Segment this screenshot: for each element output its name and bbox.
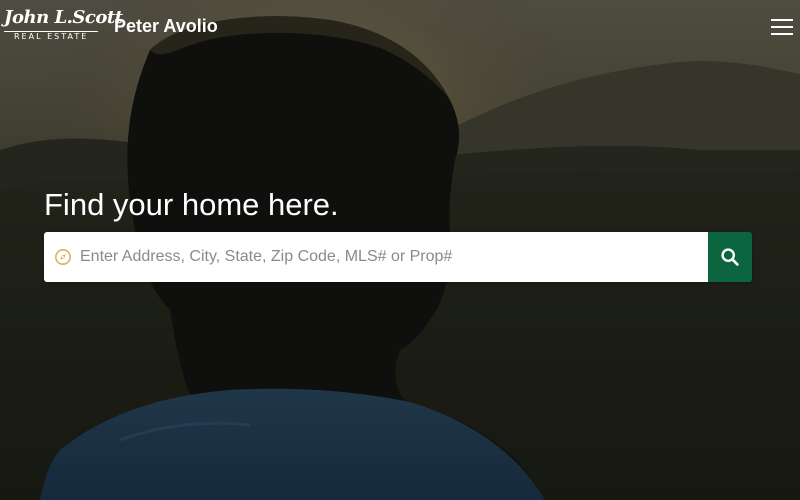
menu-bar xyxy=(771,33,793,35)
menu-bar xyxy=(771,19,793,21)
logo-wordmark: John L.Scott xyxy=(4,7,123,28)
search-field[interactable] xyxy=(44,232,708,282)
search-input[interactable] xyxy=(80,232,700,282)
search-icon xyxy=(721,248,739,266)
john-l-scott-logo[interactable]: John L.Scott REAL ESTATE xyxy=(2,8,123,44)
logo-tagline: REAL ESTATE xyxy=(14,32,89,41)
top-navbar: John L.Scott REAL ESTATE Peter Avolio xyxy=(0,0,800,52)
search-bar xyxy=(44,232,752,282)
page: John L.Scott REAL ESTATE Peter Avolio Fi… xyxy=(0,0,800,500)
search-button[interactable] xyxy=(708,232,752,282)
hero-title: Find your home here. xyxy=(44,187,339,222)
menu-bar xyxy=(771,26,793,28)
agent-name[interactable]: Peter Avolio xyxy=(114,15,218,37)
hamburger-menu-icon[interactable] xyxy=(771,16,794,36)
compass-icon xyxy=(55,249,71,265)
